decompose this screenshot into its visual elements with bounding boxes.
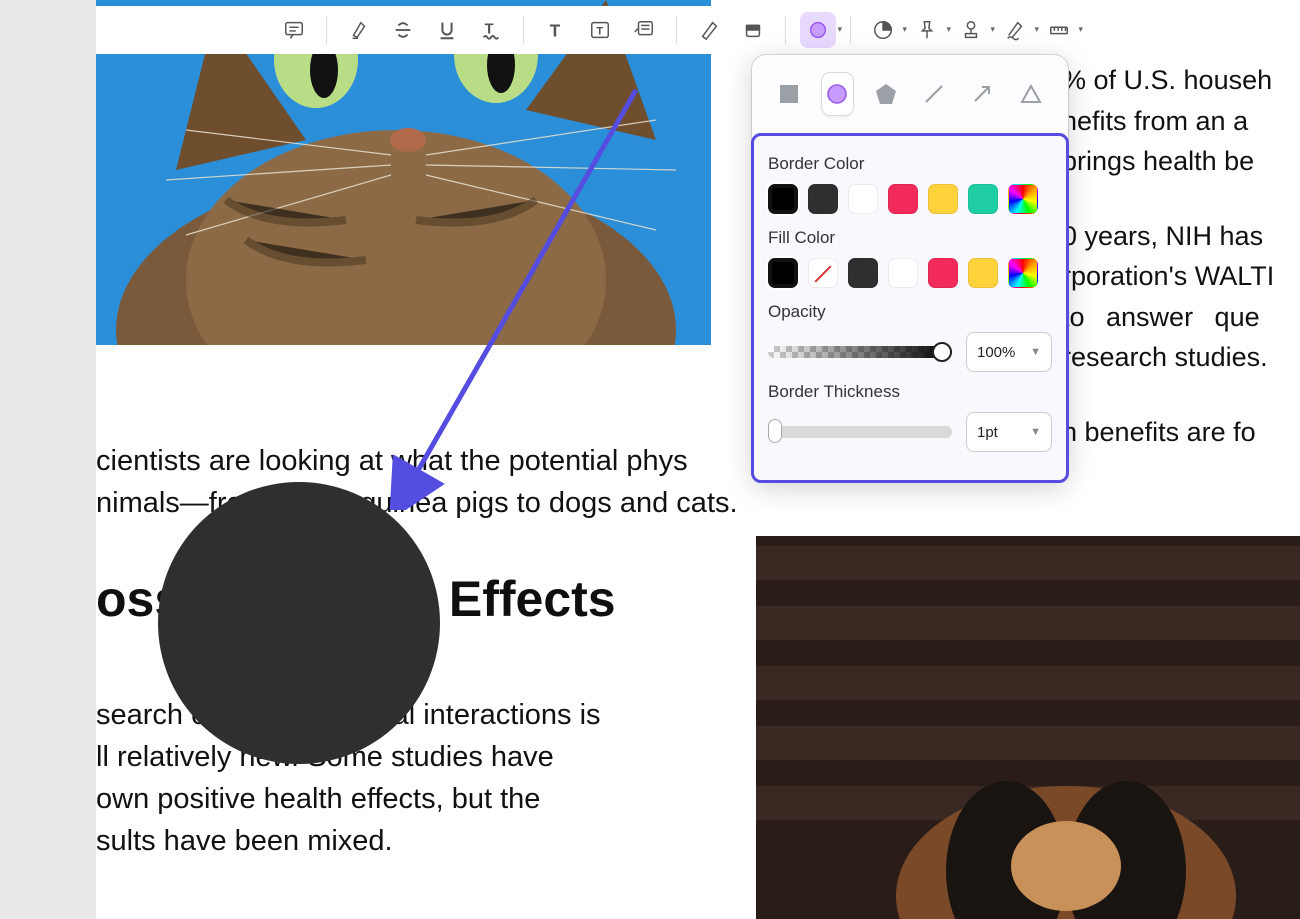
swatch-darkgray[interactable] <box>848 258 878 288</box>
right-column-text: % of U.S. househ nefits from an a brings… <box>1062 60 1300 480</box>
pin-button[interactable] <box>909 12 945 48</box>
text-frag: % of U.S. househ <box>1062 65 1272 95</box>
svg-text:T: T <box>550 20 561 40</box>
swatch-teal[interactable] <box>968 184 998 214</box>
textbox-button[interactable]: T <box>582 12 618 48</box>
swatch-red[interactable] <box>928 258 958 288</box>
thickness-thumb[interactable] <box>768 419 782 443</box>
swatch-darkgray[interactable] <box>808 184 838 214</box>
body-paragraph-1: cientists are looking at what the potent… <box>96 440 776 524</box>
toolbar-separator <box>785 16 786 44</box>
opacity-combo[interactable]: 100% ▼ <box>966 332 1052 372</box>
opacity-label: Opacity <box>768 302 1052 322</box>
shape-properties-panel: Border Color Fill Color Opacity <box>751 133 1069 483</box>
thickness-combo[interactable]: 1pt ▼ <box>966 412 1052 452</box>
text-frag: nefits from an a <box>1062 106 1248 136</box>
signature-button[interactable] <box>997 12 1033 48</box>
pencil-button[interactable] <box>691 12 727 48</box>
toolbar-separator <box>326 16 327 44</box>
thickness-value: 1pt <box>977 424 998 441</box>
shape-arrow[interactable] <box>967 73 997 115</box>
sticker-button[interactable] <box>865 12 901 48</box>
swatch-red[interactable] <box>888 184 918 214</box>
text-frag: to answer que <box>1062 302 1260 332</box>
toolbar-separator <box>676 16 677 44</box>
swatch-black[interactable] <box>768 258 798 288</box>
border-color-swatches <box>768 184 1052 214</box>
swatch-yellow[interactable] <box>928 184 958 214</box>
opacity-value: 100% <box>977 344 1015 361</box>
callout-button[interactable] <box>626 12 662 48</box>
dog-photo <box>756 536 1300 919</box>
measure-button[interactable] <box>1041 12 1077 48</box>
highlighter-button[interactable] <box>341 12 377 48</box>
toolbar-separator <box>523 16 524 44</box>
swatch-none[interactable] <box>808 258 838 288</box>
text-button[interactable]: T <box>538 12 574 48</box>
toolbar-separator <box>850 16 851 44</box>
shape-rectangle[interactable] <box>774 73 804 115</box>
opacity-slider[interactable] <box>768 346 952 358</box>
swatch-custom[interactable] <box>1008 258 1038 288</box>
swatch-custom[interactable] <box>1008 184 1038 214</box>
ellipse-annotation[interactable] <box>158 482 440 764</box>
swatch-yellow[interactable] <box>968 258 998 288</box>
comment-button[interactable] <box>276 12 312 48</box>
annotation-toolbar: T T T <box>96 6 1300 54</box>
fill-color-label: Fill Color <box>768 228 1052 248</box>
fill-color-swatches <box>768 258 1052 288</box>
eraser-button[interactable] <box>735 12 771 48</box>
chevron-down-icon: ▼ <box>1030 426 1041 438</box>
shape-line[interactable] <box>919 73 949 115</box>
text-line: own positive health effects, but the <box>96 778 681 820</box>
squiggly-button[interactable]: T <box>473 12 509 48</box>
strikethrough-button[interactable] <box>385 12 421 48</box>
text-line: ll relatively new. Some studies have <box>96 736 681 778</box>
stamp-button[interactable] <box>953 12 989 48</box>
shape-picker-row <box>752 55 1068 134</box>
border-color-label: Border Color <box>768 154 1052 174</box>
text-line: cientists are looking at what the potent… <box>96 440 776 482</box>
thickness-slider[interactable] <box>768 426 952 438</box>
swatch-white[interactable] <box>888 258 918 288</box>
chevron-down-icon: ▼ <box>1030 346 1041 358</box>
text-line: sults have been mixed. <box>96 820 681 862</box>
shape-tool-popover: Border Color Fill Color Opacity <box>752 55 1068 482</box>
shape-triangle[interactable] <box>1016 73 1046 115</box>
underline-button[interactable] <box>429 12 465 48</box>
text-frag: rporation's WALTI <box>1062 261 1274 291</box>
border-thickness-label: Border Thickness <box>768 382 1052 402</box>
shape-ellipse[interactable] <box>822 73 852 115</box>
swatch-white[interactable] <box>848 184 878 214</box>
swatch-black[interactable] <box>768 184 798 214</box>
svg-text:T: T <box>596 26 603 38</box>
opacity-thumb[interactable] <box>932 342 952 362</box>
text-line: nimals—from fish to guinea pigs to dogs … <box>96 482 776 524</box>
text-frag: 0 years, NIH has <box>1062 221 1263 251</box>
shape-tool-button[interactable] <box>800 12 836 48</box>
text-frag: research studies. <box>1062 342 1268 372</box>
shape-polygon[interactable] <box>871 73 901 115</box>
text-frag: brings health be <box>1062 146 1254 176</box>
text-frag: h benefits are fo <box>1062 417 1256 447</box>
